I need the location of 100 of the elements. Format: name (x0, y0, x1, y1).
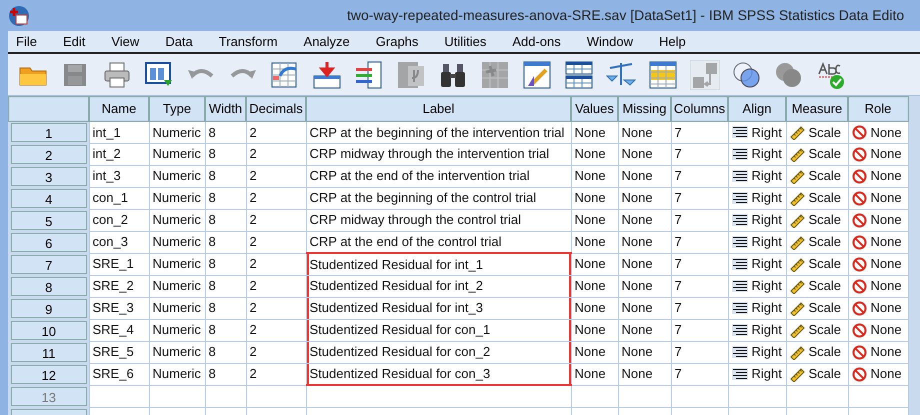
ruler-icon (790, 344, 804, 360)
menu-item[interactable]: Edit (54, 32, 94, 52)
menu-item[interactable]: Add-ons (504, 32, 569, 52)
table-cell: 8 (205, 363, 246, 385)
table-cell: None (618, 165, 671, 187)
table-cell: CRP midway through the intervention trial (306, 143, 571, 165)
table-cell-text: Scale (808, 365, 842, 384)
table-cell: 7 (671, 209, 728, 231)
column-header[interactable]: Measure (786, 97, 848, 121)
table-cell-text: None (870, 189, 902, 208)
variables-list-icon[interactable] (354, 60, 384, 90)
table-cell: Numeric (149, 297, 205, 319)
table-cell-text: Right (752, 233, 782, 252)
align-right-icon (732, 126, 748, 138)
menu-item[interactable]: File (8, 32, 45, 52)
table-cell: None (571, 187, 618, 209)
table-cell: SRE_6 (89, 363, 149, 385)
table-cell: 2 (246, 121, 306, 143)
align-right-icon (732, 236, 748, 248)
table-cell: 7 (671, 363, 728, 385)
column-header[interactable]: Align (728, 97, 786, 121)
align-right-icon (732, 346, 748, 358)
table-cell: 8 (205, 209, 246, 231)
table-icon[interactable] (648, 60, 678, 90)
column-header[interactable]: Type (149, 97, 205, 121)
table-cell: Studentized Residual for int_1 (306, 253, 571, 275)
prohibited-icon (852, 168, 866, 184)
table-cell: 2 (246, 187, 306, 209)
table-cell: Studentized Residual for con_3 (306, 363, 571, 385)
menu-item[interactable]: Transform (210, 32, 286, 52)
row-header[interactable]: 3 (11, 166, 86, 186)
column-header[interactable]: Values (571, 97, 618, 121)
row-header[interactable]: 11 (11, 342, 86, 362)
table-pencil-icon[interactable] (522, 60, 552, 90)
column-header[interactable]: Role (848, 97, 908, 121)
table-cell-text: None (870, 124, 902, 142)
table-cell: 7 (671, 231, 728, 253)
printer-icon[interactable] (102, 60, 132, 90)
row-header[interactable]: 9 (11, 298, 86, 318)
table-cell: 2 (246, 143, 306, 165)
table-cell-text: Right (752, 189, 782, 208)
column-header[interactable]: Width (205, 97, 246, 121)
table-cell: CRP at the beginning of the intervention trial (306, 121, 571, 143)
overlapping-circles-icon[interactable] (732, 60, 762, 90)
column-header[interactable]: Name (89, 97, 149, 121)
table-cell: Numeric (149, 121, 205, 143)
row-header[interactable]: 7 (11, 254, 86, 274)
spell-check-icon[interactable] (816, 60, 846, 90)
table-cell: CRP midway through the control trial (306, 209, 571, 231)
table-cell: Studentized Residual for int_2 (306, 275, 571, 297)
ruler-icon (790, 256, 804, 272)
table-cell-text: Right (752, 365, 782, 384)
column-header[interactable]: Label (306, 97, 571, 121)
column-header[interactable]: Columns (671, 97, 728, 121)
row-header[interactable]: 12 (11, 364, 86, 384)
column-header[interactable]: Missing (618, 97, 671, 121)
table-cell: CRP at the end of the intervention trial (306, 165, 571, 187)
menu-item[interactable]: Analyze (296, 32, 358, 52)
table-cell: None (618, 297, 671, 319)
table-cell: Numeric (149, 319, 205, 341)
table-cell: int_3 (89, 165, 149, 187)
menu-item[interactable]: Help (651, 32, 694, 52)
menu-item[interactable]: Graphs (368, 32, 426, 52)
column-header[interactable]: Decimals (246, 97, 306, 121)
row-header[interactable]: 8 (11, 276, 86, 296)
split-table-icon[interactable] (564, 60, 594, 90)
menu-item[interactable]: Utilities (436, 32, 494, 52)
align-right-icon (732, 170, 748, 182)
table-cell: 7 (671, 297, 728, 319)
align-right-icon (732, 192, 748, 204)
table-cell: None (571, 319, 618, 341)
table-cell-text: None (870, 167, 902, 186)
table-cell: 8 (205, 297, 246, 319)
row-header[interactable]: 5 (11, 210, 86, 230)
table-cell: 7 (671, 253, 728, 275)
table-down-arrow-icon[interactable] (312, 60, 342, 90)
table-cell: Studentized Residual for con_1 (306, 319, 571, 341)
table-cell: Numeric (149, 143, 205, 165)
app-icon[interactable] (8, 4, 30, 26)
menu-item[interactable]: Window (578, 32, 641, 52)
menu-item[interactable]: Data (157, 32, 201, 52)
table-cell: 2 (246, 363, 306, 385)
row-header[interactable]: 6 (11, 232, 86, 252)
prohibited-icon (852, 366, 866, 382)
row-header[interactable]: 1 (11, 123, 86, 142)
table-cell: 2 (246, 253, 306, 275)
row-header[interactable]: 4 (11, 188, 86, 208)
table-cell: Numeric (149, 341, 205, 363)
row-header[interactable]: 2 (11, 144, 86, 164)
ruler-icon (790, 146, 804, 162)
table-cell: Studentized Residual for int_3 (306, 297, 571, 319)
table-cell: 7 (671, 341, 728, 363)
align-right-icon (732, 214, 748, 226)
table-cell: None (618, 209, 671, 231)
table-cell-text: Right (752, 167, 782, 186)
row-header[interactable]: 10 (11, 320, 86, 340)
table-cell-text: Right (752, 321, 782, 340)
menu-item[interactable]: View (103, 32, 148, 52)
table-cell-text: None (870, 299, 902, 318)
table-cell: None (571, 297, 618, 319)
